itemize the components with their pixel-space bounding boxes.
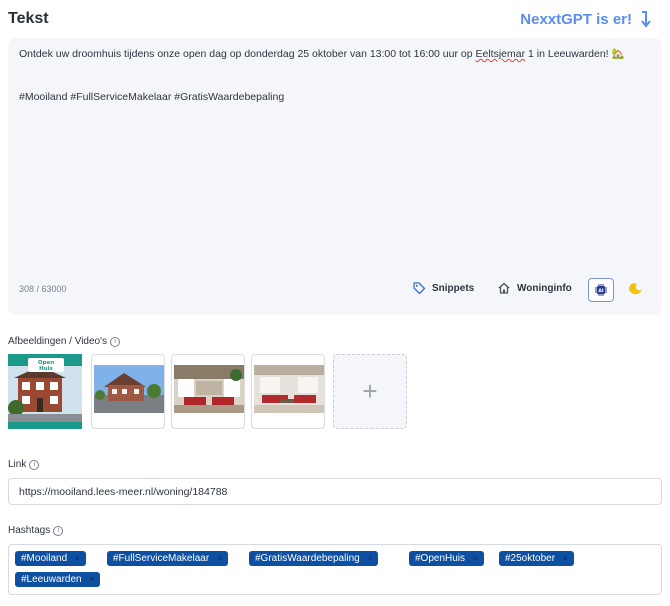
media-thumbnail-exterior[interactable] bbox=[91, 354, 165, 429]
hashtag-chip: #OpenHuis × bbox=[409, 551, 484, 566]
editor-hashtag-line: #Mooiland #FullServiceMakelaar #GratisWa… bbox=[19, 91, 285, 103]
hashtag-chip: #Mooiland × bbox=[15, 551, 86, 566]
editor-body[interactable]: Ontdek uw droomhuis tijdens onze open da… bbox=[19, 47, 649, 61]
remove-icon[interactable]: × bbox=[90, 572, 95, 587]
section-title: Tekst bbox=[8, 10, 49, 27]
misspelled-word: Eeltsjemar bbox=[475, 48, 526, 60]
remove-icon[interactable]: × bbox=[75, 551, 80, 566]
link-input[interactable] bbox=[8, 478, 662, 505]
editor-text-part: Ontdek uw droomhuis tijdens onze open da… bbox=[19, 48, 476, 60]
hashtag-text: #Mooiland bbox=[21, 553, 68, 564]
interior-photo-image bbox=[254, 365, 324, 413]
hashtag-chip: #25oktober × bbox=[499, 551, 574, 566]
link-label-row: Link i bbox=[8, 459, 40, 470]
link-label: Link bbox=[8, 459, 27, 470]
ai-chip-icon: AI bbox=[595, 284, 607, 296]
house-photo-image: Open Huis bbox=[8, 354, 82, 429]
snippets-label: Snippets bbox=[432, 282, 475, 294]
hashtag-chip: #Leeuwarden × bbox=[15, 572, 101, 587]
remove-icon[interactable]: × bbox=[473, 551, 478, 566]
home-icon bbox=[498, 282, 510, 294]
media-thumbnail-living-room[interactable] bbox=[171, 354, 245, 429]
house-photo-image bbox=[94, 365, 164, 413]
ai-button[interactable]: AI bbox=[588, 278, 614, 302]
media-label-row: Afbeeldingen / Video's i bbox=[8, 336, 121, 347]
hashtag-text: #OpenHuis bbox=[415, 553, 466, 564]
hashtag-chip: #GratisWaardebepaling × bbox=[249, 551, 379, 566]
emoji-icon[interactable] bbox=[626, 279, 644, 297]
hashtags-field[interactable]: #Mooiland × #FullServiceMakelaar × #Gratis… bbox=[8, 544, 662, 595]
hashtag-text: #GratisWaardebepaling bbox=[255, 553, 360, 564]
text-editor[interactable]: Ontdek uw droomhuis tijdens onze open da… bbox=[8, 38, 662, 315]
remove-icon[interactable]: × bbox=[563, 551, 568, 566]
tag-icon bbox=[413, 282, 426, 295]
nexxtgpt-label: NexxtGPT is er! bbox=[520, 10, 632, 28]
remove-icon[interactable]: × bbox=[368, 551, 373, 566]
hashtag-text: #Leeuwarden bbox=[21, 574, 82, 585]
editor-text-part: 1 in Leeuwarden! 🏡 bbox=[525, 48, 625, 60]
hashtag-text: #25oktober bbox=[505, 553, 556, 564]
arrow-down-icon bbox=[641, 11, 651, 28]
info-icon[interactable]: i bbox=[53, 525, 64, 536]
info-icon[interactable]: i bbox=[110, 336, 121, 347]
add-media-button[interactable]: + bbox=[333, 354, 407, 429]
remove-icon[interactable]: × bbox=[217, 551, 222, 566]
svg-text:AI: AI bbox=[598, 288, 603, 294]
media-label: Afbeeldingen / Video's bbox=[8, 336, 108, 347]
character-counter: 308 / 63000 bbox=[19, 284, 67, 294]
media-thumbnail-interior[interactable] bbox=[251, 354, 325, 429]
hashtag-text: #FullServiceMakelaar bbox=[113, 553, 210, 564]
hashtags-label-row: Hashtags i bbox=[8, 525, 64, 536]
info-icon[interactable]: i bbox=[29, 459, 40, 470]
woninginfo-label: Woninginfo bbox=[517, 282, 572, 294]
plus-icon: + bbox=[362, 376, 378, 406]
media-thumbnail-open-huis[interactable]: Open Huis bbox=[8, 354, 82, 429]
nexxtgpt-link[interactable]: NexxtGPT is er! bbox=[520, 10, 652, 28]
hashtag-chip: #FullServiceMakelaar × bbox=[107, 551, 228, 566]
snippets-button[interactable]: Snippets bbox=[412, 281, 474, 295]
woninginfo-button[interactable]: Woninginfo bbox=[497, 281, 572, 295]
svg-text:Huis: Huis bbox=[39, 366, 53, 372]
interior-photo-image bbox=[174, 365, 244, 413]
hashtags-label: Hashtags bbox=[8, 525, 51, 536]
